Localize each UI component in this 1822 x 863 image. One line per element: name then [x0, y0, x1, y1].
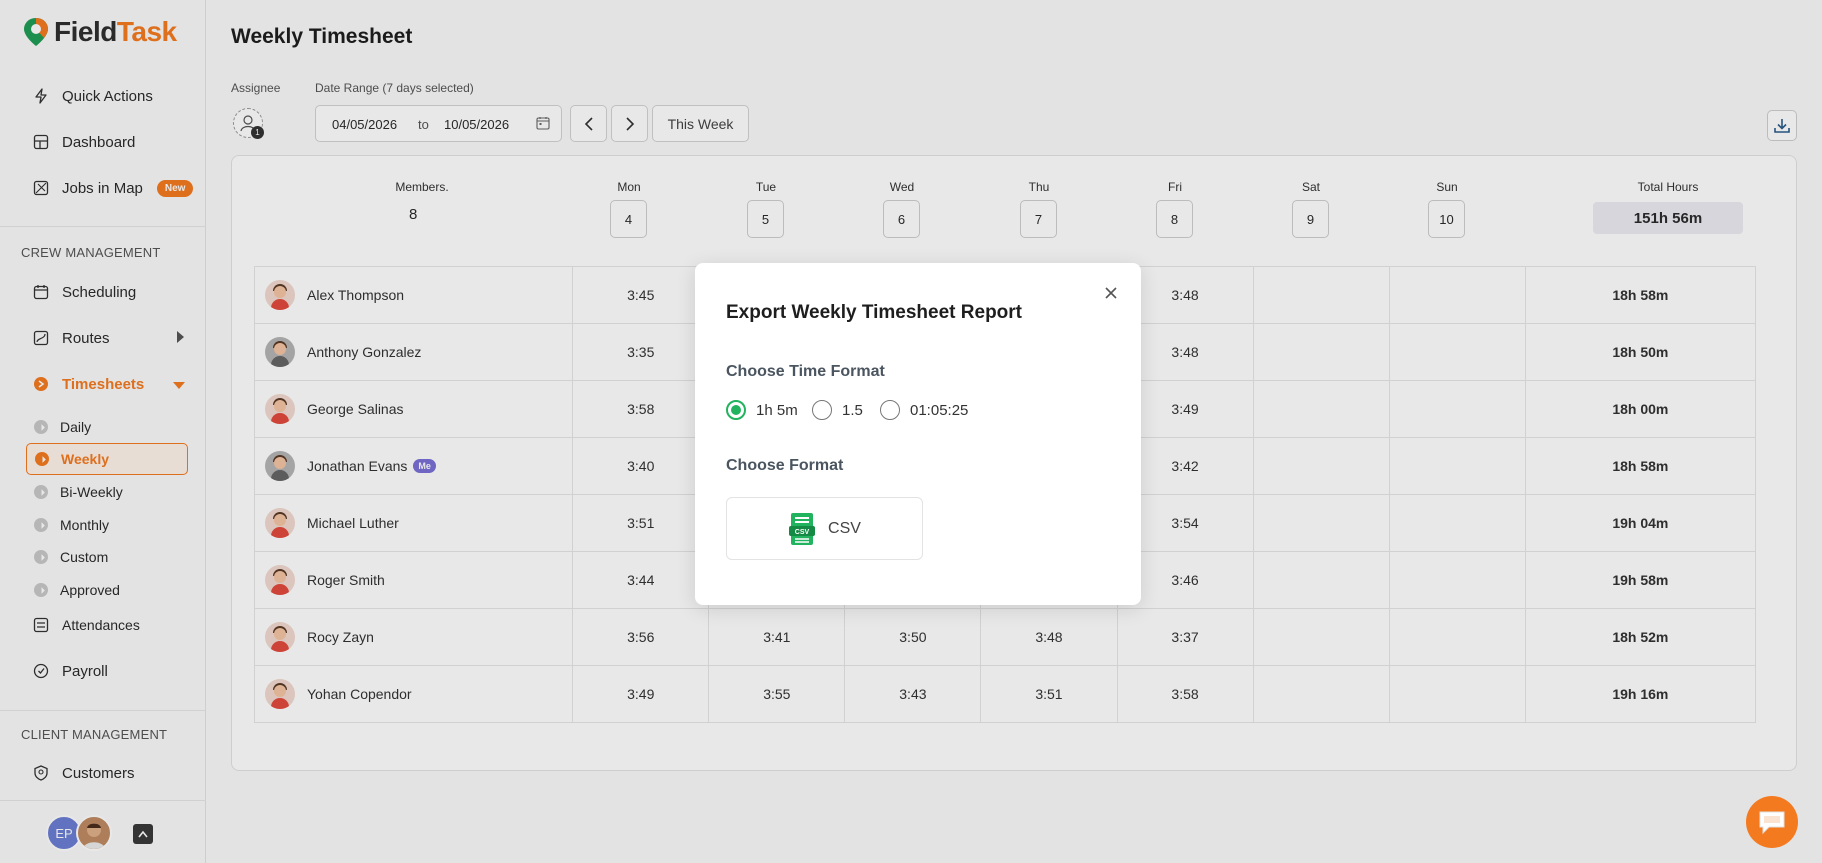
time-format-option-hms[interactable]: 01:05:25 [880, 400, 968, 420]
radio-selected-icon [726, 400, 746, 420]
csv-format-button[interactable]: CSV CSV [726, 497, 923, 560]
csv-file-icon: CSV [789, 512, 816, 545]
time-format-option-label: 01:05:25 [910, 401, 969, 419]
radio-icon [880, 400, 900, 420]
chat-icon [1759, 811, 1785, 835]
time-format-option-label: 1h 5m [756, 401, 798, 419]
modal-title: Export Weekly Timesheet Report [726, 302, 1023, 323]
export-modal: Export Weekly Timesheet Report Choose Ti… [695, 263, 1141, 605]
format-label: Choose Format [726, 457, 844, 474]
close-icon [1105, 287, 1117, 299]
time-format-option-hm[interactable]: 1h 5m [726, 400, 798, 420]
radio-icon [812, 400, 832, 420]
time-format-label: Choose Time Format [726, 363, 885, 380]
chat-button[interactable] [1746, 796, 1798, 848]
time-format-option-label: 1.5 [842, 401, 863, 419]
time-format-option-decimal[interactable]: 1.5 [812, 400, 863, 420]
csv-icon-text: CSV [795, 529, 810, 536]
close-button[interactable] [1101, 283, 1121, 303]
csv-label: CSV [828, 519, 861, 537]
